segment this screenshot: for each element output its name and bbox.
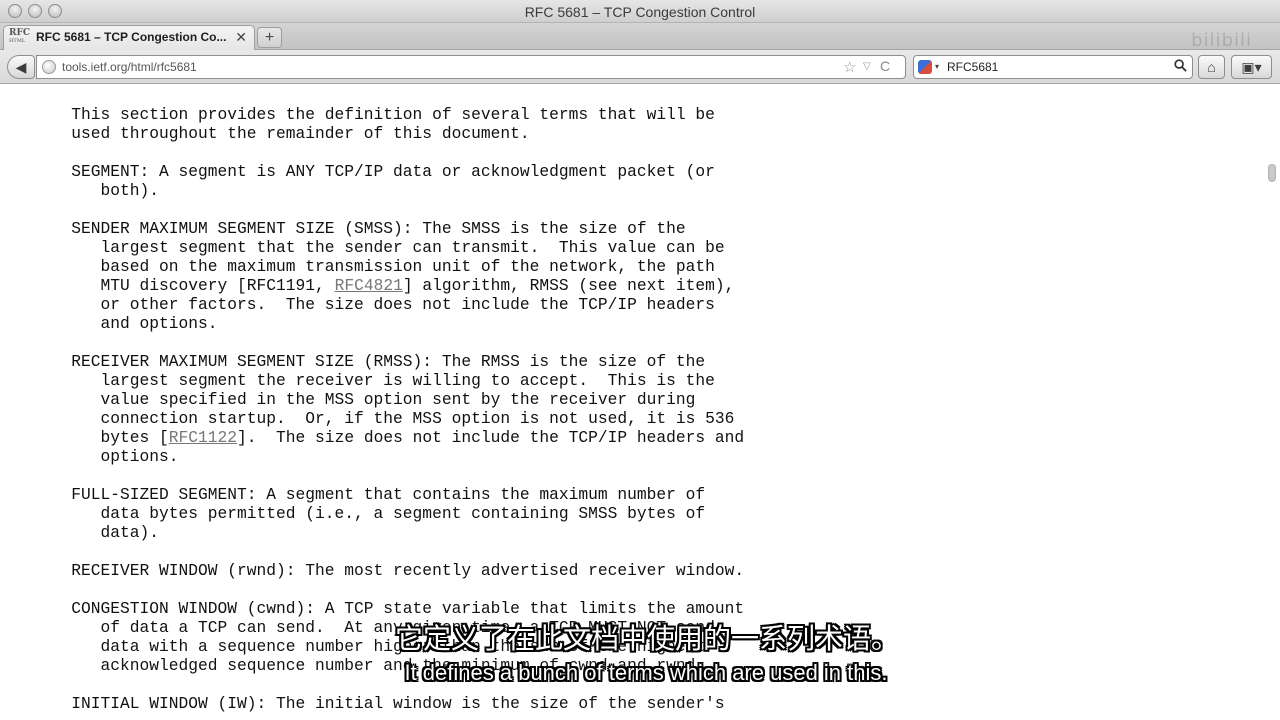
watermark-logo: bilibili (1191, 30, 1252, 51)
document-line-text: largest segment that the sender can tran… (42, 238, 725, 257)
globe-icon (42, 60, 56, 74)
document-line-text: based on the maximum transmission unit o… (42, 257, 715, 276)
document-line-text (42, 542, 52, 561)
home-button[interactable]: ⌂ (1198, 55, 1225, 79)
document-line-text (42, 333, 52, 352)
document-line-text: RECEIVER WINDOW (rwnd): The most recentl… (42, 561, 745, 580)
document-line-text (42, 86, 52, 105)
back-button[interactable]: ◀ (7, 55, 35, 79)
document-line (42, 333, 744, 352)
window-titlebar: RFC 5681 – TCP Congestion Control (0, 0, 1280, 23)
document-line-text: bytes [ (42, 428, 169, 447)
rfc-favicon-icon: RFC HTML (9, 29, 31, 47)
document-line (42, 86, 744, 105)
document-line-text: ] algorithm, RMSS (see next item), (402, 276, 735, 295)
document-line (42, 542, 744, 561)
tab-title: RFC 5681 – TCP Congestion Co... (36, 30, 227, 44)
document-line-text: RECEIVER MAXIMUM SEGMENT SIZE (RMSS): Th… (42, 352, 706, 371)
document-line: data bytes permitted (i.e., a segment co… (42, 504, 744, 523)
address-bar[interactable]: tools.ietf.org/html/rfc5681 ☆ ▽ C (36, 55, 906, 79)
document-line: largest segment that the sender can tran… (42, 238, 744, 257)
document-line-text: 1. Definitions (42, 85, 188, 86)
document-line: used throughout the remainder of this do… (42, 124, 744, 143)
search-input[interactable]: RFC5681 (947, 60, 998, 74)
document-line: connection startup. Or, if the MSS optio… (42, 409, 744, 428)
url-text[interactable]: tools.ietf.org/html/rfc5681 (62, 60, 197, 74)
document-line-text: and options. (42, 314, 218, 333)
document-line: or other factors. The size does not incl… (42, 295, 744, 314)
document-line-text: ]. The size does not include the TCP/IP … (237, 428, 745, 447)
search-engine-icon[interactable] (918, 60, 932, 74)
document-line-text: This section provides the definition of … (42, 105, 715, 124)
subtitle-english: It defines a bunch of terms which are us… (404, 660, 888, 685)
favicon-subtext: HTML (9, 38, 26, 44)
document-line-text: MTU discovery [RFC1191, (42, 276, 335, 295)
bookmarks-menu-button[interactable]: ▣▾ (1231, 55, 1272, 79)
document-line: value specified in the MSS option sent b… (42, 390, 744, 409)
document-line-text: data). (42, 523, 160, 542)
document-line-text: used throughout the remainder of this do… (42, 124, 530, 143)
document-line-text: CONGESTION WINDOW (cwnd): A TCP state va… (42, 599, 745, 618)
document-line: SEGMENT: A segment is ANY TCP/IP data or… (42, 162, 744, 181)
document-line-text (42, 143, 52, 162)
tab-rfc5681[interactable]: RFC HTML RFC 5681 – TCP Congestion Co...… (3, 25, 255, 50)
document-line: RECEIVER MAXIMUM SEGMENT SIZE (RMSS): Th… (42, 352, 744, 371)
document-line-text: data bytes permitted (i.e., a segment co… (42, 504, 706, 523)
document-line-text: options. (42, 447, 179, 466)
magnifier-icon[interactable] (1174, 59, 1187, 72)
reload-icon[interactable]: C (880, 58, 890, 74)
document-line-text: connection startup. Or, if the MSS optio… (42, 409, 735, 428)
tab-strip: RFC HTML RFC 5681 – TCP Congestion Co...… (0, 23, 1280, 50)
document-line-text: value specified in the MSS option sent b… (42, 390, 696, 409)
document-line: both). (42, 181, 744, 200)
document-line-text (42, 580, 52, 599)
search-bar[interactable]: ▾ RFC5681 (913, 55, 1193, 79)
document-line: RECEIVER WINDOW (rwnd): The most recentl… (42, 561, 744, 580)
document-line-text (42, 200, 52, 219)
document-line: and options. (42, 314, 744, 333)
document-line: MTU discovery [RFC1191, RFC4821] algorit… (42, 276, 744, 295)
search-engine-dropdown-icon[interactable]: ▾ (935, 62, 939, 71)
document-line: based on the maximum transmission unit o… (42, 257, 744, 276)
document-line-text: FULL-SIZED SEGMENT: A segment that conta… (42, 485, 706, 504)
rfc-reference-link[interactable]: RFC1122 (169, 428, 237, 447)
document-line: SENDER MAXIMUM SEGMENT SIZE (SMSS): The … (42, 219, 744, 238)
document-line: bytes [RFC1122]. The size does not inclu… (42, 428, 745, 447)
document-line-text: or other factors. The size does not incl… (42, 295, 715, 314)
document-line-text: SENDER MAXIMUM SEGMENT SIZE (SMSS): The … (42, 219, 686, 238)
document-line-text: INITIAL WINDOW (IW): The initial window … (42, 694, 725, 713)
document-line (42, 580, 744, 599)
new-tab-button[interactable]: + (257, 27, 282, 48)
document-line: largest segment the receiver is willing … (42, 371, 744, 390)
document-line-text: SEGMENT: A segment is ANY TCP/IP data or… (42, 162, 715, 181)
subtitle-chinese: 它定义了在此文档中使用的一系列术语。 (394, 622, 899, 655)
rfc-reference-link[interactable]: RFC4821 (335, 276, 403, 295)
bookmark-star-icon[interactable]: ☆ (843, 58, 856, 76)
document-line: data). (42, 523, 744, 542)
history-dropdown-icon[interactable]: ▽ (863, 61, 871, 72)
document-line (42, 200, 744, 219)
document-line-text: largest segment the receiver is willing … (42, 371, 715, 390)
document-line (42, 466, 744, 485)
document-line: FULL-SIZED SEGMENT: A segment that conta… (42, 485, 744, 504)
document-line: options. (42, 447, 744, 466)
navigation-bar: ◀ tools.ietf.org/html/rfc5681 ☆ ▽ C ▾ RF… (0, 50, 1280, 84)
scrollbar-thumb[interactable] (1268, 164, 1276, 182)
document-line: INITIAL WINDOW (IW): The initial window … (42, 694, 744, 713)
document-line-text (42, 466, 52, 485)
tab-close-icon[interactable]: ✕ (235, 29, 247, 46)
document-line: This section provides the definition of … (42, 105, 744, 124)
document-line (42, 143, 744, 162)
document-line: CONGESTION WINDOW (cwnd): A TCP state va… (42, 599, 744, 618)
window-title: RFC 5681 – TCP Congestion Control (524, 4, 756, 20)
document-line-text: both). (42, 181, 160, 200)
